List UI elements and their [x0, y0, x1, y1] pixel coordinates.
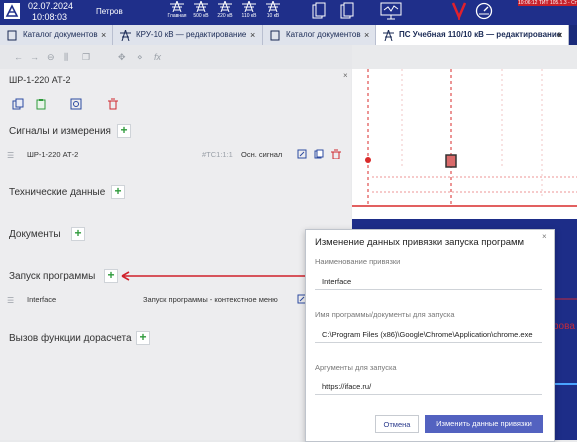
tab-close-icon[interactable]: ×	[101, 25, 106, 45]
gauge-icon[interactable]	[475, 2, 493, 20]
drag-handle-icon[interactable]: ☰	[7, 296, 14, 305]
submit-binding-button[interactable]: Изменить данные привязки	[425, 415, 543, 433]
panel-close-icon[interactable]: ×	[343, 71, 348, 80]
nav-500kv[interactable]: 500 кВ	[190, 1, 212, 19]
add-tech-data-button[interactable]: +	[111, 185, 125, 199]
dialog-close-icon[interactable]: ×	[542, 232, 547, 241]
zoom-out-icon[interactable]: ⊖	[47, 52, 55, 63]
monitor-icon[interactable]	[380, 2, 402, 20]
documents-icon[interactable]	[340, 2, 354, 20]
binding-name-input[interactable]: Interface	[322, 277, 351, 286]
nav-label: 10 кВ	[266, 13, 280, 19]
element-title: ШР-1-220 АТ-2	[9, 75, 71, 85]
delete-icon[interactable]	[107, 98, 119, 110]
launch-args-label: Аргументы для запуска	[315, 363, 397, 372]
delete-icon[interactable]	[331, 149, 341, 159]
section-calc-function: Вызов функции дорасчета	[9, 333, 132, 344]
tower-icon	[120, 30, 131, 41]
preview-icon[interactable]	[70, 98, 82, 110]
tab-catalog-1[interactable]: Каталог документов ×	[0, 25, 113, 45]
tower-icon	[266, 1, 280, 12]
nav-main[interactable]: Главная	[166, 1, 188, 19]
documents-icon[interactable]	[312, 2, 326, 20]
user-name[interactable]: Петров	[96, 7, 123, 16]
nav-label: 110 кВ	[241, 13, 257, 19]
node-icon[interactable]: ⋄	[137, 52, 143, 63]
input-underline	[315, 342, 542, 343]
canvas-partial-label: рова	[553, 321, 575, 332]
tab-ps-edit[interactable]: ПС Учебная 110/10 кВ — редактирование ×	[376, 25, 569, 45]
status-alert-bar[interactable]: 10:06:12 ТИТ 105.1.3 - Ст	[518, 0, 577, 6]
dialog-title: Изменение данных привязки запуска програ…	[315, 237, 525, 248]
section-launch-program: Запуск программы	[9, 271, 96, 282]
add-calc-button[interactable]: +	[136, 331, 150, 345]
add-document-button[interactable]: +	[71, 227, 85, 241]
library-icon[interactable]: ⫼	[64, 52, 68, 63]
signal-name: ШР-1-220 АТ-2	[27, 150, 79, 159]
tower-icon	[218, 1, 232, 12]
tab-close-icon[interactable]: ×	[557, 25, 562, 45]
tower-icon	[383, 30, 394, 41]
add-launch-button[interactable]: +	[104, 269, 118, 283]
signal-type: Осн. сигнал	[241, 150, 283, 159]
program-path-label: Имя программы/документы для запуска	[315, 310, 455, 319]
add-signal-button[interactable]: +	[117, 124, 131, 138]
tab-label: ПС Учебная 110/10 кВ — редактирование	[399, 30, 562, 39]
tab-catalog-2[interactable]: Каталог документов ×	[263, 25, 376, 45]
document-icon	[270, 30, 280, 41]
document-icon	[7, 30, 17, 41]
copy-icon[interactable]	[12, 98, 24, 110]
launch-row[interactable]: ☰ Interface Запуск программы - контекстн…	[0, 291, 351, 309]
nav-label: Главная	[167, 13, 187, 19]
tab-close-icon[interactable]: ×	[250, 25, 255, 45]
copy-icon[interactable]	[314, 149, 324, 159]
copy-icon[interactable]: ❐	[82, 52, 90, 63]
current-date: 02.07.2024	[28, 1, 74, 11]
tower-icon	[170, 1, 184, 12]
nav-110kv[interactable]: 110 кВ	[238, 1, 260, 19]
current-time: 10:08:03	[32, 12, 68, 22]
input-underline	[315, 289, 542, 290]
tower-icon	[194, 1, 208, 12]
tab-bar: Каталог документов × КРУ-10 кВ — редакти…	[0, 25, 577, 45]
alarm-icon[interactable]	[452, 2, 466, 20]
section-tech-data: Технические данные	[9, 187, 106, 198]
cancel-button[interactable]: Отмена	[375, 415, 419, 433]
nav-10kv[interactable]: 10 кВ	[262, 1, 284, 19]
edit-binding-dialog: Изменение данных привязки запуска програ…	[305, 229, 555, 442]
paste-icon[interactable]	[35, 98, 47, 110]
edit-icon[interactable]	[297, 149, 307, 159]
properties-panel: ШР-1-220 АТ-2 × Сигналы и измерения + ☰ …	[0, 69, 351, 440]
tab-close-icon[interactable]: ×	[364, 25, 369, 45]
section-signals: Сигналы и измерения	[9, 126, 111, 137]
nav-label: 500 кВ	[193, 13, 209, 19]
program-path-input[interactable]: C:\Program Files (x86)\Google\Chrome\App…	[322, 330, 533, 339]
nav-label: 220 кВ	[217, 13, 233, 19]
input-underline	[315, 394, 542, 395]
top-bar: 02.07.2024 10:08:03 Петров Главная 500 к…	[0, 0, 577, 25]
annotation-arrow	[121, 271, 318, 281]
signal-tag: #ТС1:1:1	[202, 150, 233, 159]
edit-toolbar: ← → ⊖ ⫼ ❐ ✥ ⋄ fx	[0, 45, 352, 69]
app-logo-icon[interactable]	[4, 3, 20, 19]
drag-handle-icon[interactable]: ☰	[7, 151, 14, 160]
launch-name: Interface	[27, 295, 57, 304]
tab-label: Каталог документов	[286, 30, 361, 39]
launch-type: Запуск программы - контекстное меню	[143, 295, 278, 304]
binding-name-label: Наименование привязки	[315, 257, 401, 266]
undo-icon[interactable]: ←	[14, 52, 23, 62]
section-documents: Документы	[9, 229, 61, 240]
tower-icon	[242, 1, 256, 12]
nav-220kv[interactable]: 220 кВ	[214, 1, 236, 19]
tab-label: Каталог документов	[23, 30, 98, 39]
launch-args-input[interactable]: https://iface.ru/	[322, 382, 371, 391]
signal-row[interactable]: ☰ ШР-1-220 АТ-2 #ТС1:1:1 Осн. сигнал	[0, 146, 351, 164]
redo-icon[interactable]: →	[30, 52, 39, 62]
tab-kru-edit[interactable]: КРУ-10 кВ — редактирование ×	[113, 25, 263, 45]
formula-icon[interactable]: fx	[154, 52, 161, 62]
move-icon[interactable]: ✥	[118, 52, 126, 63]
tab-label: КРУ-10 кВ — редактирование	[136, 30, 247, 39]
